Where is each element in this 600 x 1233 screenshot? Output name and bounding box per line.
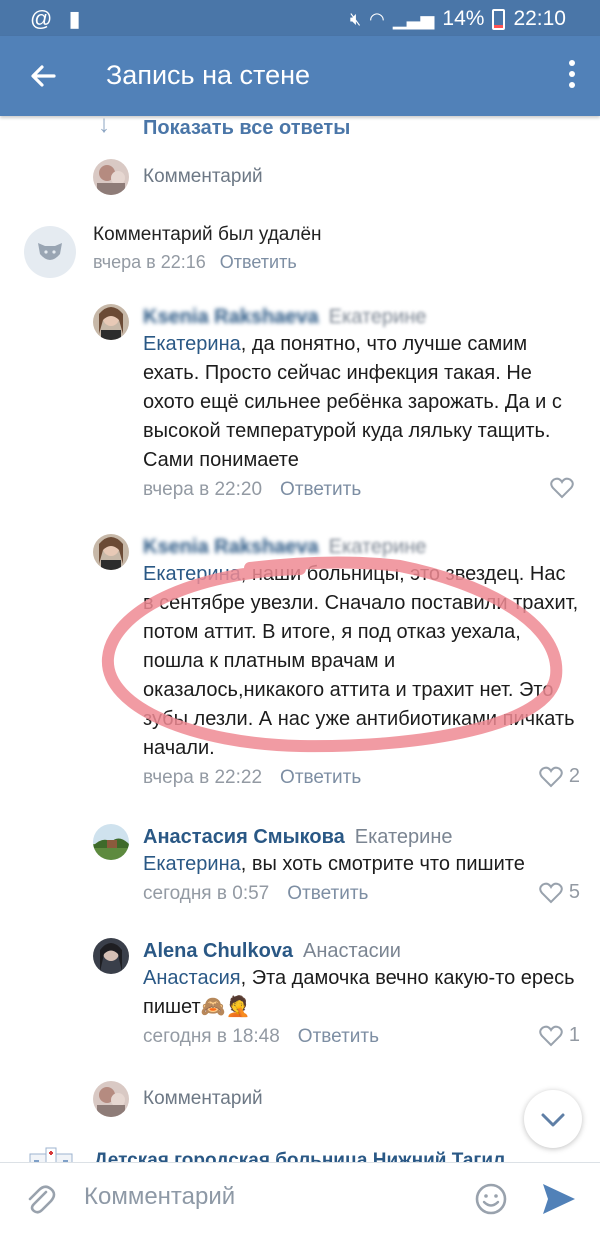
reply-button[interactable]: Ответить: [298, 1026, 379, 1048]
comment-author-line: Ksenia Rakshaeva Екатерине: [143, 304, 580, 330]
group-logo: [28, 1146, 74, 1162]
page-title: Запись на стене: [106, 60, 311, 90]
comment-recipient[interactable]: Екатерине: [329, 536, 427, 558]
reply-placeholder: Комментарий: [143, 166, 263, 187]
comment-author[interactable]: Alena Chulkova: [143, 940, 293, 962]
avatar: [93, 159, 129, 195]
deleted-avatar: [24, 226, 76, 278]
group-name[interactable]: Детская городская больница Нижний Тагил: [94, 1150, 505, 1162]
attach-icon[interactable]: [24, 1183, 56, 1222]
comments-feed[interactable]: ↓ Показать все ответы Комментарий Коммен…: [0, 116, 600, 1162]
avatar[interactable]: [93, 938, 129, 974]
more-menu-icon[interactable]: [566, 60, 578, 92]
comment-author[interactable]: Анастасия Смыкова: [143, 826, 345, 848]
signal-icon: ▁▃▅: [392, 8, 435, 29]
mention-link[interactable]: Анастасия: [143, 967, 241, 989]
reply-button[interactable]: Ответить: [280, 767, 361, 789]
reply-button[interactable]: Ответить: [220, 252, 297, 272]
like-count: 2: [568, 765, 580, 787]
comment-input-bar: Комментарий: [0, 1162, 600, 1233]
comment-meta: вчера в 22:20 Ответить: [143, 477, 580, 501]
deleted-comment-text: Комментарий был удалён: [93, 224, 322, 245]
status-left-icons: @ ▮: [30, 6, 81, 32]
comment-meta: вчера в 22:22 Ответить 2: [143, 765, 580, 789]
comment-time: сегодня в 18:48: [143, 1026, 280, 1047]
heart-icon: [539, 882, 563, 903]
comment-meta: сегодня в 18:48 Ответить 1: [143, 1024, 580, 1048]
comment-time: вчера в 22:22: [143, 767, 263, 788]
status-time: 22:10: [513, 7, 566, 30]
comment-recipient[interactable]: Екатерине: [355, 826, 453, 848]
mention-link[interactable]: Екатерина: [143, 333, 241, 355]
battery-icon: [492, 8, 506, 30]
comment-recipient[interactable]: Екатерине: [329, 306, 427, 328]
heart-icon: [539, 1025, 563, 1046]
comment-text: Анастасия, Эта дамочка вечно какую-то ер…: [143, 964, 580, 1022]
comment-author[interactable]: Ksenia Rakshaeva: [143, 306, 319, 328]
group-post-preview[interactable]: Детская городская больница Нижний Тагил: [28, 1146, 505, 1162]
reply-placeholder: Комментарий: [143, 1088, 263, 1109]
dog-icon: [38, 243, 62, 260]
scroll-down-button[interactable]: [524, 1090, 582, 1148]
heart-icon: [550, 477, 574, 499]
back-arrow-icon[interactable]: [24, 56, 64, 96]
comment-body: Alena Chulkova Анастасии Анастасия, Эта д…: [143, 938, 580, 1048]
avatar[interactable]: [93, 534, 129, 570]
like-button[interactable]: 5: [539, 881, 580, 904]
comment-meta: сегодня в 0:57 Ответить 5: [143, 881, 580, 905]
comment-time: вчера в 22:20: [143, 479, 263, 500]
like-count: 1: [568, 1024, 580, 1046]
avatar[interactable]: [93, 824, 129, 860]
arrow-down-icon: ↓: [98, 116, 110, 138]
app-bar: Запись на стене: [0, 36, 600, 116]
reply-compose[interactable]: Комментарий: [93, 1080, 263, 1118]
comment-text-body: , вы хоть смотрите что пишите: [240, 853, 525, 875]
comment-recipient[interactable]: Анастасии: [303, 940, 401, 962]
wifi-icon: ◠: [369, 8, 385, 29]
comment-author-line: Анастасия Смыкова Екатерине: [143, 824, 580, 850]
emoji-icon[interactable]: [474, 1182, 508, 1221]
heart-icon: [539, 766, 563, 787]
comment-time: сегодня в 0:57: [143, 883, 270, 904]
sim-alert-icon: ▮: [68, 6, 81, 31]
comment-text-body: , наши больницы, это звездец. Нас в сент…: [143, 563, 579, 759]
mute-icon: 🔇︎: [349, 8, 362, 29]
send-icon[interactable]: [540, 1181, 578, 1222]
show-all-replies-label: Показать все ответы: [143, 116, 351, 139]
like-button[interactable]: 1: [539, 1024, 580, 1047]
comment-author-line: Alena Chulkova Анастасии: [143, 938, 580, 964]
comment-author-line: Ksenia Rakshaeva Екатерине: [143, 534, 580, 560]
status-bar: @ ▮ 🔇︎ ◠ ▁▃▅ 14% 22:10: [0, 0, 600, 36]
status-right: 🔇︎ ◠ ▁▃▅ 14% 22:10: [350, 7, 566, 31]
show-all-replies[interactable]: ↓ Показать все ответы: [98, 116, 350, 140]
comment-text: Екатерина, вы хоть смотрите что пишите: [143, 850, 580, 879]
comment-body: Ksenia Rakshaeva Екатерине Екатерина, да …: [143, 304, 580, 501]
chevron-down-icon: [541, 1113, 565, 1127]
reply-button[interactable]: Ответить: [280, 479, 361, 501]
like-button[interactable]: 2: [539, 765, 580, 788]
mention-link[interactable]: Екатерина: [143, 853, 241, 875]
comment-input[interactable]: Комментарий: [84, 1183, 235, 1211]
comment-body: Ksenia Rakshaeva Екатерине Екатерина, наш…: [143, 534, 580, 789]
comment-text: Екатерина, да понятно, что лучше самим е…: [143, 330, 580, 475]
battery-percent: 14%: [442, 7, 485, 30]
deleted-comment-meta: вчера в 22:16 Ответить: [93, 252, 297, 273]
comment-author[interactable]: Ksenia Rakshaeva: [143, 536, 319, 558]
avatar[interactable]: [93, 304, 129, 340]
comment-text: Екатерина, наши больницы, это звездец. Н…: [143, 560, 580, 763]
avatar: [93, 1081, 129, 1117]
mention-link[interactable]: Екатерина: [143, 563, 241, 585]
reply-button[interactable]: Ответить: [287, 883, 368, 905]
like-button[interactable]: [550, 477, 580, 499]
comment-time: вчера в 22:16: [93, 252, 206, 272]
like-count: 5: [568, 881, 580, 903]
comment-body: Анастасия Смыкова Екатерине Екатерина, вы…: [143, 824, 580, 905]
at-icon: @: [30, 6, 53, 31]
reply-compose[interactable]: Комментарий: [93, 158, 263, 196]
